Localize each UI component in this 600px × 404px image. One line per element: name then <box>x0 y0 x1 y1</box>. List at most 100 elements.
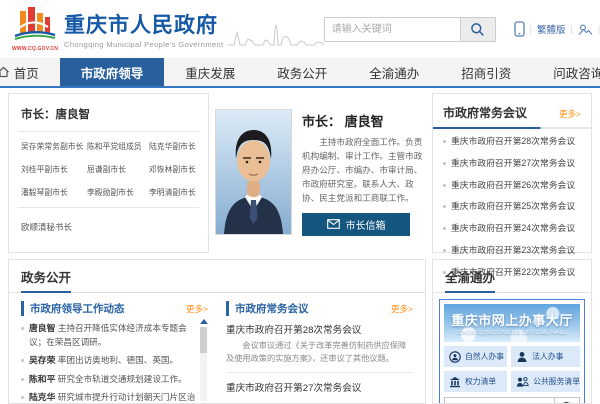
mailbox-label: 市长信箱 <box>345 220 386 232</box>
leader-link[interactable]: 陈和平党组成员 <box>87 141 149 152</box>
nav-label: 重庆发展 <box>185 66 236 81</box>
service-search-button[interactable] <box>554 397 580 403</box>
meeting-link[interactable]: 重庆市政府召开第27次常务会议 <box>226 383 361 394</box>
logo-emblem-icon: WWW.CQ.GOV.CN <box>12 6 59 52</box>
divider: | <box>529 24 532 34</box>
meeting-link[interactable]: 重庆市政府召开第24次常务会议 <box>451 223 575 233</box>
news-item[interactable]: 吴存荣 率团出访奥地利、德国、英国。 <box>21 354 196 368</box>
hall-button-label: 自然人办事 <box>465 352 504 361</box>
banner-title: 重庆市网上办事大厅 <box>451 313 573 328</box>
search-input[interactable] <box>323 16 460 42</box>
site-url: WWW.CQ.GOV.CN <box>12 45 59 52</box>
news-text: 研究全市轨道交通规划建设工作。 <box>57 373 187 384</box>
leader-link[interactable]: 潘毅琴副市长 <box>21 187 87 198</box>
leader-name: 陈和平 <box>29 373 56 384</box>
exec-meetings-list: 重庆市政府召开第27次常务会议 重庆市政府召开第26次常务会议 重庆市政府召开第… <box>226 380 413 403</box>
featured-meeting-link[interactable]: 重庆市政府召开第28次常务会议 <box>226 322 413 336</box>
leader-name: 吴存荣 <box>29 354 56 365</box>
skyline-decoration <box>227 19 324 54</box>
natural-person-services-button[interactable]: 自然人办事 <box>444 346 508 367</box>
leader-updates-list: 唐良智 主持召开降低实体经济成本专题会议；在荣昌区调研。 吴存荣 率团出访奥地利… <box>21 322 208 403</box>
legal-person-services-button[interactable]: 法人办事 <box>511 346 580 367</box>
leader-link[interactable]: 屈谦副市长 <box>87 164 149 175</box>
mayor-profile: 市长： 唐良智 主持市政府全面工作。负责机构编制、审计工作。主管市政府办公厅、市… <box>215 93 426 253</box>
divider: | <box>570 24 573 34</box>
envelope-icon <box>326 219 340 229</box>
online-hall-panel: 全渝通办 重庆市网上办事大厅 CHONGQING ONLINE OFFICIAL… <box>432 259 592 404</box>
person-circle-icon <box>449 350 461 363</box>
meeting-link[interactable]: 重庆市政府召开第27次常务会议 <box>451 158 575 168</box>
leader-updates-column: 市政府领导工作动态 更多> 唐良智 主持召开降低实体经济成本专题会议；在荣昌区调… <box>21 301 208 403</box>
nav-item-home[interactable]: 首页 <box>0 58 60 86</box>
leader-name: 唐良智 <box>29 323 56 333</box>
secretary-link[interactable]: 欧顺清秘书长 <box>18 222 72 232</box>
scroll-up-icon[interactable] <box>199 319 208 324</box>
hall-button-label: 法人办事 <box>532 352 564 361</box>
mayor-title: 市长： 唐良智 <box>302 111 424 130</box>
exec-meetings-title: 市政府常务会议 <box>226 301 309 316</box>
nav-item-government-leaders[interactable]: 市政府领导 <box>59 58 165 86</box>
mayor-photo <box>215 109 292 235</box>
scrollbar-track[interactable] <box>200 327 207 401</box>
nav-item-online-services[interactable]: 全渝通办 <box>348 58 440 86</box>
site-name-cn: 重庆市人民政府 <box>64 14 218 37</box>
leader-link[interactable]: 邓恢林副市长 <box>149 164 204 175</box>
nav-label: 全渝通办 <box>369 66 420 81</box>
search-icon <box>471 22 485 36</box>
nav-item-investment[interactable]: 招商引资 <box>440 58 532 86</box>
nav-item-chongqing-development[interactable]: 重庆发展 <box>164 58 256 86</box>
nav-item-consultation[interactable]: 问政咨询 <box>532 58 600 86</box>
weather-icon[interactable] <box>578 23 593 36</box>
scrollbar-thumb[interactable] <box>200 327 207 353</box>
meeting-link[interactable]: 重庆市政府召开第23次常务会议 <box>451 245 575 255</box>
meeting-link[interactable]: 重庆市政府召开第25次常务会议 <box>451 201 575 211</box>
leader-link[interactable]: 陆克华副市长 <box>149 141 204 152</box>
meeting-link[interactable]: 重庆市政府召开第28次常务会议 <box>451 136 575 146</box>
divider <box>433 127 591 129</box>
nav-label: 首页 <box>13 66 39 81</box>
public-services-list-button[interactable]: 公共服务清单 <box>511 371 580 392</box>
mayor-name-heading[interactable]: 市长：唐良智 <box>18 106 199 122</box>
leader-updates-more-link[interactable]: 更多> <box>186 303 208 315</box>
exec-meetings-column: 市政府常务会议 更多> 重庆市政府召开第28次常务会议 会议审议通过《关于改革完… <box>226 301 413 403</box>
gov-disclosure-title[interactable]: 政务公开 <box>21 267 72 293</box>
leader-updates-title: 市政府领导工作动态 <box>21 301 125 316</box>
meetings-more-link[interactable]: 更多> <box>559 108 581 120</box>
site-title: 重庆市人民政府 Chongqing Municipal People's Gov… <box>64 9 224 49</box>
mayor-mailbox-button[interactable]: 市长信箱 <box>302 212 410 236</box>
banner-subtitle: CHONGQING ONLINE OFFICIAL HALL <box>457 330 567 336</box>
list-scrollbar[interactable] <box>199 319 208 403</box>
leader-link[interactable]: 李明清副市长 <box>149 187 204 198</box>
header-search <box>323 16 496 42</box>
hall-button-label: 公共服务清单 <box>533 377 580 386</box>
service-search-input[interactable] <box>444 397 554 403</box>
news-item[interactable]: 陆克华 研究城市提升行动计划朝天门片区治理提 <box>21 391 196 403</box>
online-hall-banner[interactable]: 重庆市网上办事大厅 CHONGQING ONLINE OFFICIAL HALL <box>444 304 580 342</box>
person-icon <box>517 351 527 362</box>
leaders-panel: 市长：唐良智 吴存荣常务副市长 陈和平党组成员 陆克华副市长 刘桂平副市长 屈谦… <box>8 93 209 253</box>
nav-label: 问政咨询 <box>553 66 600 81</box>
news-text: 率团出访奥地利、德国、英国。 <box>57 354 179 365</box>
mayor-title-label: 市长： <box>302 114 342 129</box>
news-item[interactable]: 唐良智 主持召开降低实体经济成本专题会议；在荣昌区调研。 <box>21 322 196 349</box>
traditional-chinese-link[interactable]: 繁體版 <box>537 22 566 36</box>
power-list-button[interactable]: 权力清单 <box>444 371 508 392</box>
site-header: WWW.CQ.GOV.CN 重庆市人民政府 Chongqing Municipa… <box>0 0 600 58</box>
hall-button-label: 权力清单 <box>465 377 497 386</box>
meeting-link[interactable]: 重庆市政府召开第22次常务会议 <box>451 267 575 277</box>
executive-meetings-panel: 市政府常务会议 更多> 重庆市政府召开第28次常务会议 重庆市政府召开第27次常… <box>432 93 592 277</box>
leader-link[interactable]: 李殿勋副市长 <box>87 187 149 198</box>
nav-label: 招商引资 <box>461 66 512 81</box>
leader-link[interactable]: 刘桂平副市长 <box>21 164 87 175</box>
mobile-version-icon[interactable] <box>513 21 525 37</box>
main-nav: 首页 市政府领导 重庆发展 政务公开 全渝通办 招商引资 问政咨询 <box>0 58 600 88</box>
leader-link[interactable]: 吴存荣常务副市长 <box>21 141 87 152</box>
government-building-icon <box>450 376 460 387</box>
exec-meetings-more-link[interactable]: 更多> <box>391 303 413 315</box>
site-logo[interactable]: WWW.CQ.GOV.CN 重庆市人民政府 Chongqing Municipa… <box>12 6 224 52</box>
site-name-en: Chongqing Municipal People's Government <box>64 40 224 49</box>
news-item[interactable]: 陈和平 研究全市轨道交通规划建设工作。 <box>21 373 196 387</box>
nav-item-gov-disclosure[interactable]: 政务公开 <box>256 58 348 86</box>
search-button[interactable] <box>459 16 496 42</box>
meeting-link[interactable]: 重庆市政府召开第26次常务会议 <box>451 180 575 190</box>
